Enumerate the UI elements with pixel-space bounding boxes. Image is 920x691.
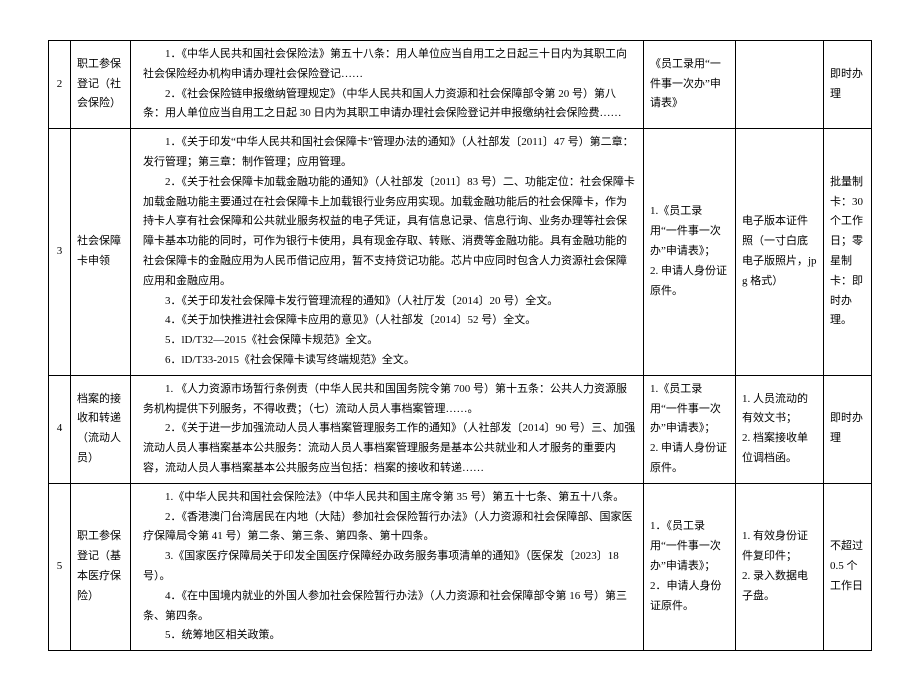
basis-line: 5．lD/T32—2015《社会保障卡规范》全文。 [143, 331, 637, 351]
policy-table: 2职工参保登记（社会保险） 1．《中华人民共和国社会保险法》第五十八条：用人单位应… [48, 40, 872, 651]
basis-line: 1．《关于印发“中华人民共和国社会保障卡”管理办法的通知》（人社部发〔2011〕… [143, 133, 637, 173]
extras-line: 1. 人员流动的有效文书； [742, 390, 817, 430]
row-extras: 1. 有效身份证件复印件；2. 录入数据电子盘。 [736, 483, 824, 650]
basis-line: 1. 《人力资源市场暂行条例责（中华人民共和国国务院令第 700 号）第十五条：… [143, 380, 637, 420]
extras-line: 电子版本证件照（一寸白底电子版照片，jpg 格式） [742, 212, 817, 291]
policy-table-body: 2职工参保登记（社会保险） 1．《中华人民共和国社会保险法》第五十八条：用人单位应… [49, 41, 872, 651]
row-time: 即时办理 [824, 375, 872, 483]
row-materials: 1.《员工录用“一件事一次办”申请表》；2. 申请人身份证原件。 [644, 129, 736, 376]
table-row: 4档案的接收和转递（流动人员） 1. 《人力资源市场暂行条例责（中华人民共和国国务… [49, 375, 872, 483]
materials-line: 1．《员工录用“一件事一次办”申请表》； [650, 517, 729, 576]
row-index: 3 [49, 129, 71, 376]
row-basis: 1.《中华人民共和国社会保险法》（中华人民共和国主席令第 35 号）第五十七条、… [131, 483, 644, 650]
row-materials: 1.《员工录用“一件事一次办”申请表》；2. 申请人身份证原件。 [644, 375, 736, 483]
materials-line: 《员工录用“一件事一次办”申请表》 [650, 55, 729, 114]
basis-line: 4．《关于加快推进社会保障卡应用的意见》（人社部发〔2014〕52 号）全文。 [143, 311, 637, 331]
materials-line: 1.《员工录用“一件事一次办”申请表》； [650, 202, 729, 261]
basis-line: 3．《关于印发社会保障卡发行管理流程的通知》（人社厅发〔2014〕20 号）全文… [143, 292, 637, 312]
materials-line: 2. 申请人身份证原件。 [650, 262, 729, 302]
table-row: 3社会保障卡申领 1．《关于印发“中华人民共和国社会保障卡”管理办法的通知》（人社… [49, 129, 872, 376]
row-index: 2 [49, 41, 71, 129]
row-materials: 《员工录用“一件事一次办”申请表》 [644, 41, 736, 129]
row-extras [736, 41, 824, 129]
materials-line: 2．申请人身份证原件。 [650, 577, 729, 617]
basis-line: 2．《关于进一步加强流动人员人事档案管理服务工作的通知》（人社部发〔2014〕9… [143, 419, 637, 478]
row-extras: 电子版本证件照（一寸白底电子版照片，jpg 格式） [736, 129, 824, 376]
basis-line: 1.《中华人民共和国社会保险法》（中华人民共和国主席令第 35 号）第五十七条、… [143, 488, 637, 508]
table-row: 2职工参保登记（社会保险） 1．《中华人民共和国社会保险法》第五十八条：用人单位应… [49, 41, 872, 129]
basis-line: 2．《社会保险链申报缴纳管理规定》（中华人民共和国人力资源和社会保障部令第 20… [143, 85, 637, 125]
row-name: 社会保障卡申领 [71, 129, 131, 376]
basis-line: 4．《在中国境内就业的外国人参加社会保险暂行办法》（人力资源和社会保障部令第 1… [143, 587, 637, 627]
basis-line: 6．lD/T33-2015《社会保障卡读写终端规范》全文。 [143, 351, 637, 371]
basis-line: 5．统筹地区相关政策。 [143, 626, 637, 646]
extras-line: 1. 有效身份证件复印件； [742, 527, 817, 567]
row-materials: 1．《员工录用“一件事一次办”申请表》；2．申请人身份证原件。 [644, 483, 736, 650]
basis-line: 2．《关于社会保障卡加载金融功能的通知》（人社部发〔2011〕83 号）二、功能… [143, 173, 637, 292]
row-time: 批量制卡：30个工作日；零星制卡：即时办理。 [824, 129, 872, 376]
row-name: 职工参保登记（社会保险） [71, 41, 131, 129]
row-time: 不超过 0.5 个工作日 [824, 483, 872, 650]
extras-line: 2. 档案接收单位调档函。 [742, 429, 817, 469]
materials-line: 1.《员工录用“一件事一次办”申请表》； [650, 380, 729, 439]
extras-line: 2. 录入数据电子盘。 [742, 567, 817, 607]
row-name: 档案的接收和转递（流动人员） [71, 375, 131, 483]
row-index: 4 [49, 375, 71, 483]
basis-line: 1．《中华人民共和国社会保险法》第五十八条：用人单位应当自用工之日起三十日内为其… [143, 45, 637, 85]
row-name: 职工参保登记（基本医疗保险） [71, 483, 131, 650]
row-extras: 1. 人员流动的有效文书；2. 档案接收单位调档函。 [736, 375, 824, 483]
row-basis: 1．《关于印发“中华人民共和国社会保障卡”管理办法的通知》（人社部发〔2011〕… [131, 129, 644, 376]
row-time: 即时办理 [824, 41, 872, 129]
materials-line: 2. 申请人身份证原件。 [650, 439, 729, 479]
table-row: 5职工参保登记（基本医疗保险） 1.《中华人民共和国社会保险法》（中华人民共和国主… [49, 483, 872, 650]
row-index: 5 [49, 483, 71, 650]
basis-line: 2．《香港澳门台湾居民在内地（大陆）参加社会保险暂行办法》（人力资源和社会保障部… [143, 508, 637, 548]
row-basis: 1. 《人力资源市场暂行条例责（中华人民共和国国务院令第 700 号）第十五条：… [131, 375, 644, 483]
row-basis: 1．《中华人民共和国社会保险法》第五十八条：用人单位应当自用工之日起三十日内为其… [131, 41, 644, 129]
basis-line: 3.《国家医疗保障局关于印发全国医疗保障经办政务服务事项清单的通知》（医保发〔2… [143, 547, 637, 587]
